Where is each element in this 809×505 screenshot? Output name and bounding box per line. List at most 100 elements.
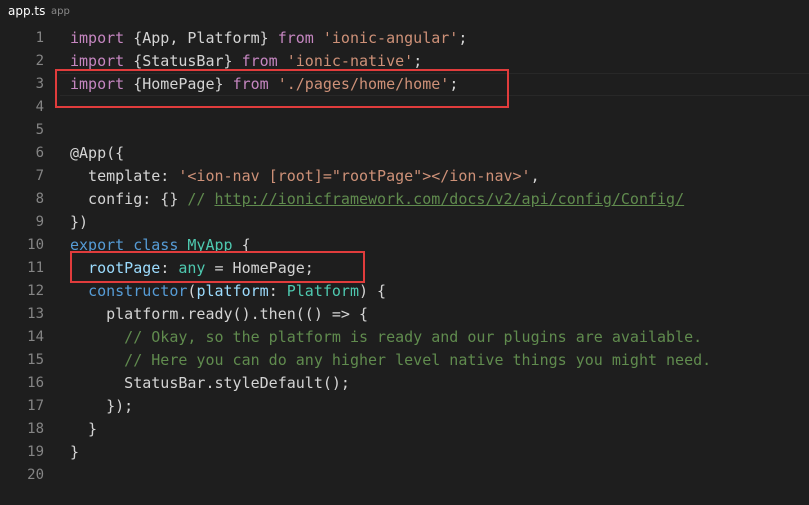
code-token: // [187, 190, 215, 208]
code-token: any [178, 259, 206, 277]
code-token: template: [70, 167, 179, 185]
code-token: // Here you can do any higher level nati… [70, 351, 712, 369]
code-line[interactable]: 2 import {StatusBar} from 'ionic-native'; [0, 50, 809, 73]
code-line[interactable]: 4 [0, 96, 809, 119]
code-token: './pages/home/home' [277, 75, 450, 93]
code-line[interactable]: 18 } [0, 418, 809, 441]
code-token: {HomePage} [124, 75, 233, 93]
code-token: import [70, 52, 125, 70]
code-token: @App({ [70, 144, 125, 162]
code-token: platform.ready().then(() => { [70, 305, 369, 323]
code-token: {App, Platform} [124, 29, 278, 47]
code-token: import [70, 75, 125, 93]
code-text: } [70, 418, 97, 441]
code-token: }); [70, 397, 134, 415]
code-text: rootPage: any = HomePage; [70, 257, 314, 280]
line-number: 2 [35, 53, 44, 69]
line-number: 8 [35, 191, 44, 207]
code-line[interactable]: 6 @App({ [0, 142, 809, 165]
line-number: 7 [35, 168, 44, 184]
line-number: 10 [27, 237, 44, 253]
line-number: 16 [27, 375, 44, 391]
line-number: 19 [27, 444, 44, 460]
line-number: 3 [35, 76, 44, 92]
code-line[interactable]: 11 rootPage: any = HomePage; [0, 257, 809, 280]
code-line[interactable]: 20 [0, 464, 809, 487]
code-text: StatusBar.styleDefault(); [70, 372, 350, 395]
code-text: import {HomePage} from './pages/home/hom… [70, 73, 458, 96]
code-line[interactable]: 3 import {HomePage} from './pages/home/ho… [0, 73, 809, 96]
tab-filename[interactable]: app.ts [8, 4, 45, 18]
code-line[interactable]: 8 config: {} // http://ionicframework.co… [0, 188, 809, 211]
code-token: export [70, 236, 125, 254]
code-text: }) [70, 211, 88, 234]
code-line[interactable]: 9}) [0, 211, 809, 234]
code-line[interactable]: 16 StatusBar.styleDefault(); [0, 372, 809, 395]
code-token: }) [70, 213, 89, 231]
code-line[interactable]: 13 platform.ready().then(() => { [0, 303, 809, 326]
code-token: {StatusBar} [124, 52, 242, 70]
line-number: 20 [27, 467, 44, 483]
code-token: StatusBar.styleDefault(); [70, 374, 350, 392]
code-line[interactable]: 7 template: '<ion-nav [root]="rootPage">… [0, 165, 809, 188]
code-token: Platform [286, 282, 359, 300]
code-text: // Okay, so the platform is ready and ou… [70, 326, 702, 349]
code-token: ; [458, 29, 468, 47]
code-token: : [268, 282, 287, 300]
line-number: 6 [35, 145, 44, 161]
code-token[interactable]: http://ionicframework.com/docs/v2/api/co… [215, 190, 685, 208]
code-text: import {StatusBar} from 'ionic-native'; [70, 50, 422, 73]
line-number: 5 [35, 122, 44, 138]
code-line[interactable]: 10 export class MyApp { [0, 234, 809, 257]
code-token: from [241, 52, 278, 70]
code-text: export class MyApp { [70, 234, 251, 257]
code-text: config: {} // http://ionicframework.com/… [70, 188, 684, 211]
code-token: { [232, 236, 251, 254]
line-number: 4 [35, 99, 44, 115]
code-line[interactable]: 5 [0, 119, 809, 142]
code-token: } [70, 443, 80, 461]
code-token: platform [196, 282, 269, 300]
code-token: config: {} [70, 190, 188, 208]
code-editor[interactable]: app.ts app 1 import {App, Platform} from … [0, 0, 809, 505]
line-number: 14 [27, 329, 44, 345]
code-text: @App({ [70, 142, 124, 165]
code-line[interactable]: 19} [0, 441, 809, 464]
line-number: 17 [27, 398, 44, 414]
code-area[interactable]: 1 import {App, Platform} from 'ionic-angu… [0, 27, 809, 487]
code-token: = HomePage; [205, 259, 314, 277]
code-token: : [160, 259, 179, 277]
tab-folder: app [51, 6, 70, 17]
code-line[interactable]: 14 // Okay, so the platform is ready and… [0, 326, 809, 349]
code-token: ) { [359, 282, 387, 300]
code-token: , [530, 167, 540, 185]
code-text: template: '<ion-nav [root]="rootPage"></… [70, 165, 540, 188]
editor-tab-bar: app.ts app [0, 0, 809, 22]
line-number: 15 [27, 352, 44, 368]
code-token: 'ionic-native' [286, 52, 414, 70]
code-token: from [232, 75, 269, 93]
line-number: 13 [27, 306, 44, 322]
line-number: 1 [35, 30, 44, 46]
code-token: '<ion-nav [root]="rootPage"></ion-nav>' [178, 167, 531, 185]
code-line[interactable]: 17 }); [0, 395, 809, 418]
code-text: } [70, 441, 79, 464]
code-line[interactable]: 12 constructor(platform: Platform) { [0, 280, 809, 303]
code-line[interactable]: 1 import {App, Platform} from 'ionic-angu… [0, 27, 809, 50]
code-token: ; [449, 75, 459, 93]
code-text: import {App, Platform} from 'ionic-angul… [70, 27, 467, 50]
code-token: MyApp [187, 236, 233, 254]
code-token: class [133, 236, 179, 254]
line-number: 12 [27, 283, 44, 299]
code-text: constructor(platform: Platform) { [70, 280, 386, 303]
code-token: import [70, 29, 125, 47]
code-line[interactable]: 15 // Here you can do any higher level n… [0, 349, 809, 372]
code-token: } [70, 420, 98, 438]
code-text: }); [70, 395, 133, 418]
